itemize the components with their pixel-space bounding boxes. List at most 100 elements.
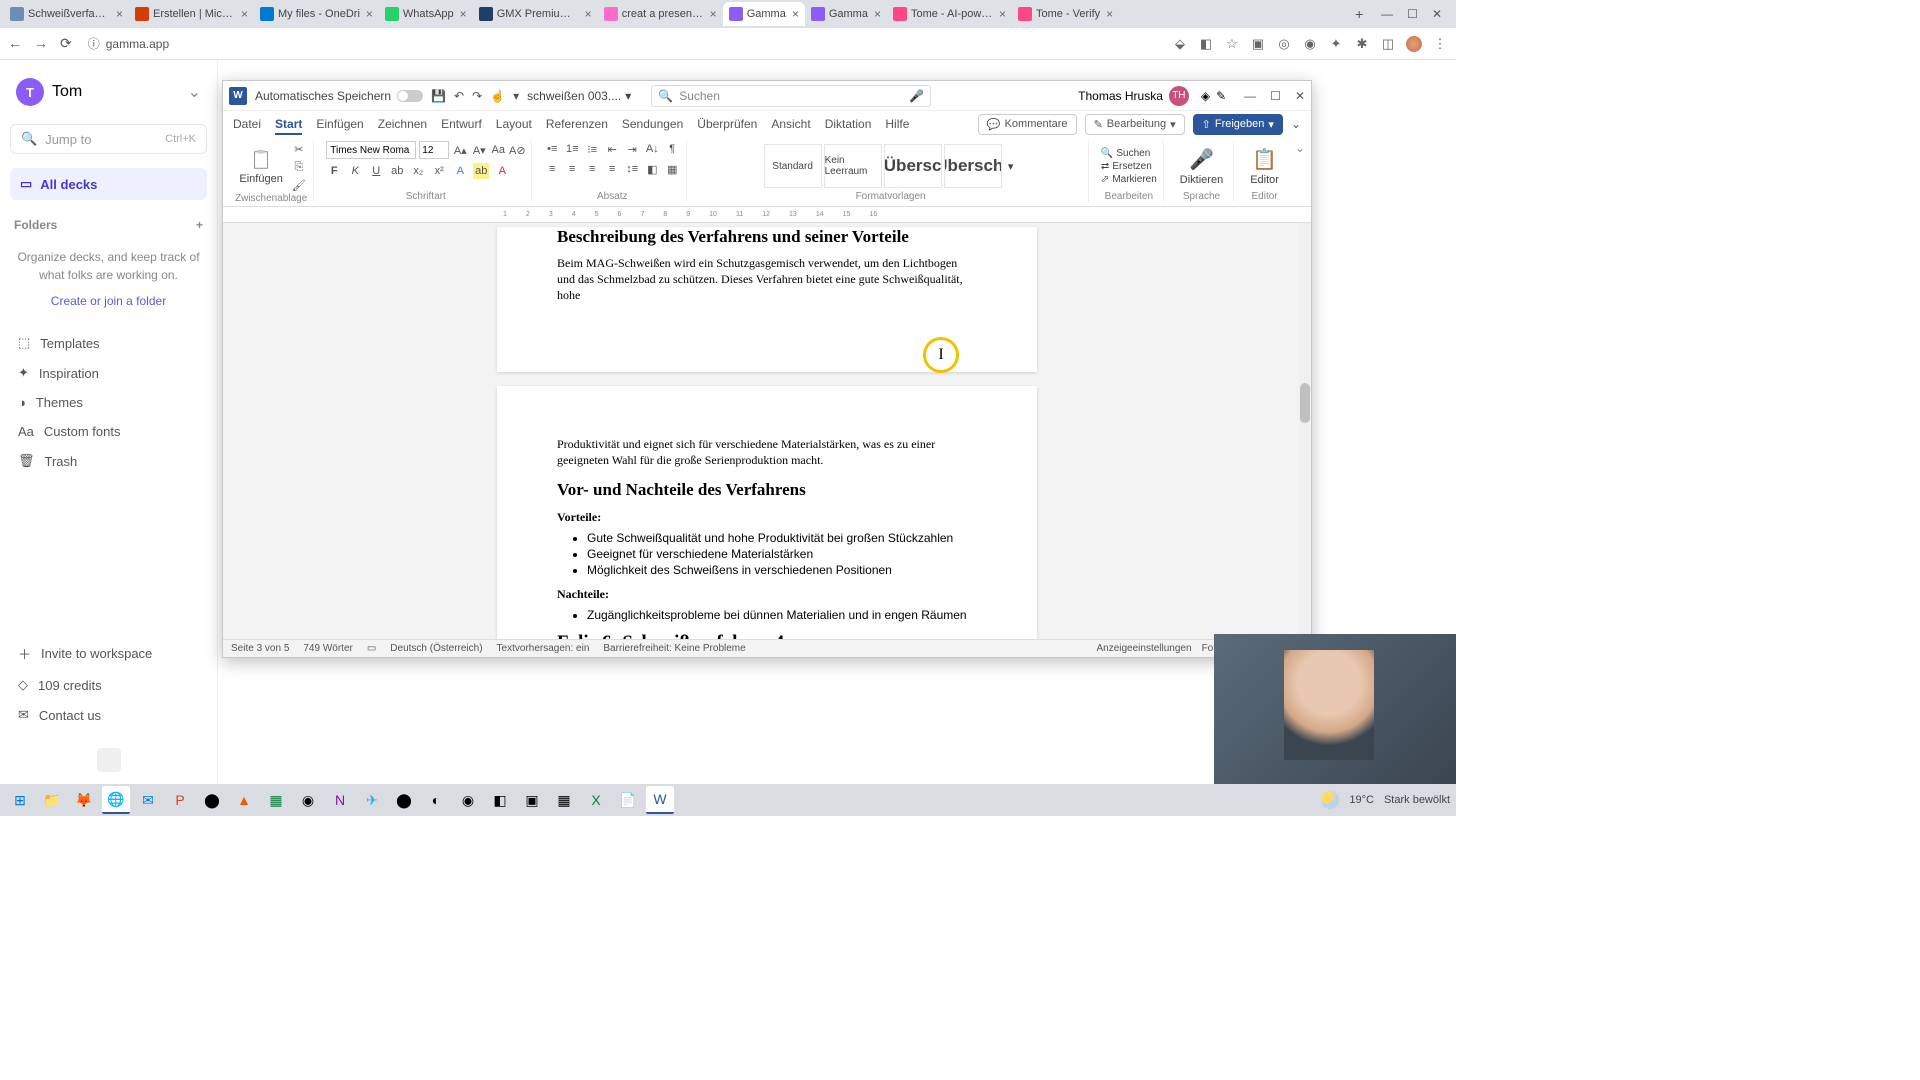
app-icon[interactable]: ⬤	[198, 786, 226, 814]
browser-menu-icon[interactable]: ⋮	[1432, 36, 1448, 52]
styles-more-icon[interactable]: ▾	[1004, 160, 1018, 173]
ribbon-tab[interactable]: Einfügen	[316, 117, 363, 131]
strike-button[interactable]: ab	[389, 163, 405, 179]
ribbon-options-icon[interactable]: ⌄	[1295, 141, 1305, 155]
browser-tab[interactable]: Gamma×	[723, 2, 805, 26]
ribbon-tab[interactable]: Datei	[233, 117, 261, 131]
style-preset[interactable]: Übersc	[884, 144, 942, 188]
doc-subheading[interactable]: Nachteile:	[557, 587, 977, 602]
close-tab-icon[interactable]: ×	[999, 7, 1006, 21]
dictate-button[interactable]: 🎤Diktieren	[1176, 145, 1227, 188]
page-indicator[interactable]: Seite 3 von 5	[231, 643, 289, 654]
onenote-icon[interactable]: N	[326, 786, 354, 814]
doc-list[interactable]: Gute Schweißqualität und hohe Produktivi…	[587, 531, 977, 577]
line-spacing-icon[interactable]: ↕≡	[624, 161, 640, 177]
app-icon[interactable]: ◐	[422, 786, 450, 814]
ribbon-collapse-icon[interactable]: ⌄	[1291, 117, 1301, 131]
extension-icon[interactable]: ✦	[1328, 36, 1344, 52]
ribbon-tab[interactable]: Überprüfen	[697, 117, 757, 131]
doc-list[interactable]: Zugänglichkeitsprobleme bei dünnen Mater…	[587, 608, 977, 622]
replace-button[interactable]: ⇄Ersetzen	[1101, 161, 1157, 172]
new-tab-button[interactable]: +	[1347, 6, 1371, 22]
extension-icon[interactable]: ▣	[1250, 36, 1266, 52]
spellcheck-icon[interactable]: ▭	[367, 643, 376, 654]
shading-icon[interactable]: ◧	[644, 161, 660, 177]
profile-avatar[interactable]	[1406, 36, 1422, 52]
font-color-icon[interactable]: A	[494, 163, 510, 179]
word-count[interactable]: 749 Wörter	[303, 643, 352, 654]
ribbon-tab[interactable]: Entwurf	[441, 117, 482, 131]
list-item[interactable]: Geeignet für verschiedene Materialstärke…	[587, 547, 977, 561]
chrome-icon[interactable]: 🌐	[102, 786, 130, 814]
temperature[interactable]: 19°C	[1349, 794, 1374, 806]
outdent-icon[interactable]: ⇤	[604, 141, 620, 157]
telegram-icon[interactable]: ✈	[358, 786, 386, 814]
borders-icon[interactable]: ▦	[664, 161, 680, 177]
format-painter-icon[interactable]: 🖌	[291, 177, 307, 193]
app-icon[interactable]: ◉	[294, 786, 322, 814]
extensions-menu-icon[interactable]: ✱	[1354, 36, 1370, 52]
all-decks-nav[interactable]: ▭ All decks	[10, 168, 207, 200]
cut-icon[interactable]: ✂	[291, 141, 307, 157]
grow-font-icon[interactable]: A▴	[452, 142, 468, 158]
undo-icon[interactable]: ↶	[454, 89, 464, 103]
underline-button[interactable]: U	[368, 163, 384, 179]
side-panel-icon[interactable]: ◫	[1380, 36, 1396, 52]
doc-heading[interactable]: Folie 6: Schweißverfahren 4:	[557, 632, 977, 639]
browser-tab[interactable]: Tome - Verify×	[1012, 2, 1119, 26]
touch-mode-icon[interactable]: ☝	[490, 89, 505, 103]
window-maximize[interactable]: ☐	[1407, 7, 1418, 21]
text-predictions[interactable]: Textvorhersagen: ein	[497, 643, 590, 654]
italic-button[interactable]: K	[347, 163, 363, 179]
document-name[interactable]: schweißen 003.... ▾	[527, 89, 631, 103]
ribbon-tab[interactable]: Start	[275, 117, 302, 135]
comments-button[interactable]: 💬Kommentare	[978, 114, 1077, 135]
address-bar[interactable]: ⓘ gamma.app	[80, 32, 1164, 56]
add-folder-button[interactable]: +	[196, 218, 203, 232]
ribbon-tab[interactable]: Referenzen	[546, 117, 608, 131]
account-avatar[interactable]: TH	[1169, 86, 1189, 106]
app-icon[interactable]: ⬤	[390, 786, 418, 814]
superscript-button[interactable]: x²	[431, 163, 447, 179]
extension-icon[interactable]: ⬙	[1172, 36, 1188, 52]
browser-tab[interactable]: My files - OneDri×	[254, 2, 379, 26]
autosave-toggle[interactable]	[397, 90, 423, 102]
editing-mode-button[interactable]: ✎Bearbeitung▾	[1085, 114, 1185, 135]
close-tab-icon[interactable]: ×	[366, 7, 373, 21]
style-preset[interactable]: Überschr	[944, 144, 1002, 188]
align-right-icon[interactable]: ≡	[584, 161, 600, 177]
close-tab-icon[interactable]: ×	[460, 7, 467, 21]
select-button[interactable]: ⬀Markieren	[1101, 174, 1157, 185]
browser-tab[interactable]: Schweißverfahren×	[4, 2, 129, 26]
vertical-scrollbar[interactable]	[1299, 223, 1311, 639]
excel-icon[interactable]: X	[582, 786, 610, 814]
numbering-icon[interactable]: 1≡	[564, 141, 580, 157]
sidebar-item[interactable]: ◑Themes	[10, 388, 207, 417]
close-tab-icon[interactable]: ×	[241, 7, 248, 21]
app-icon[interactable]: ▦	[550, 786, 578, 814]
sidebar-item[interactable]: ✦Inspiration	[10, 358, 207, 388]
word-minimize[interactable]: —	[1244, 89, 1256, 103]
font-size-select[interactable]	[419, 141, 449, 159]
close-tab-icon[interactable]: ×	[710, 7, 717, 21]
powerpoint-icon[interactable]: P	[166, 786, 194, 814]
word-maximize[interactable]: ☐	[1270, 89, 1281, 103]
start-button[interactable]: ⊞	[6, 786, 34, 814]
list-item[interactable]: Gute Schweißqualität und hohe Produktivi…	[587, 531, 977, 545]
sync-icon[interactable]: ◈	[1201, 89, 1210, 103]
extension-icon[interactable]: ◉	[1302, 36, 1318, 52]
ribbon-tab[interactable]: Zeichnen	[378, 117, 427, 131]
close-tab-icon[interactable]: ×	[874, 7, 881, 21]
app-icon[interactable]: ◧	[486, 786, 514, 814]
browser-tab[interactable]: creat a presentati×	[598, 2, 723, 26]
sidebar-item[interactable]: ＋Invite to workspace	[10, 637, 207, 670]
style-preset[interactable]: Kein Leerraum	[824, 144, 882, 188]
ribbon-tab[interactable]: Ansicht	[771, 117, 810, 131]
jump-to-search[interactable]: 🔍 Jump to Ctrl+K	[10, 124, 207, 154]
paste-button[interactable]: Einfügen	[235, 147, 286, 187]
highlight-icon[interactable]: ab	[473, 163, 489, 179]
accessibility-status[interactable]: Barrierefreiheit: Keine Probleme	[603, 643, 745, 654]
display-settings[interactable]: Anzeigeeinstellungen	[1096, 643, 1191, 654]
subscript-button[interactable]: x₂	[410, 163, 426, 179]
multilevel-icon[interactable]: ⁝≡	[584, 141, 600, 157]
